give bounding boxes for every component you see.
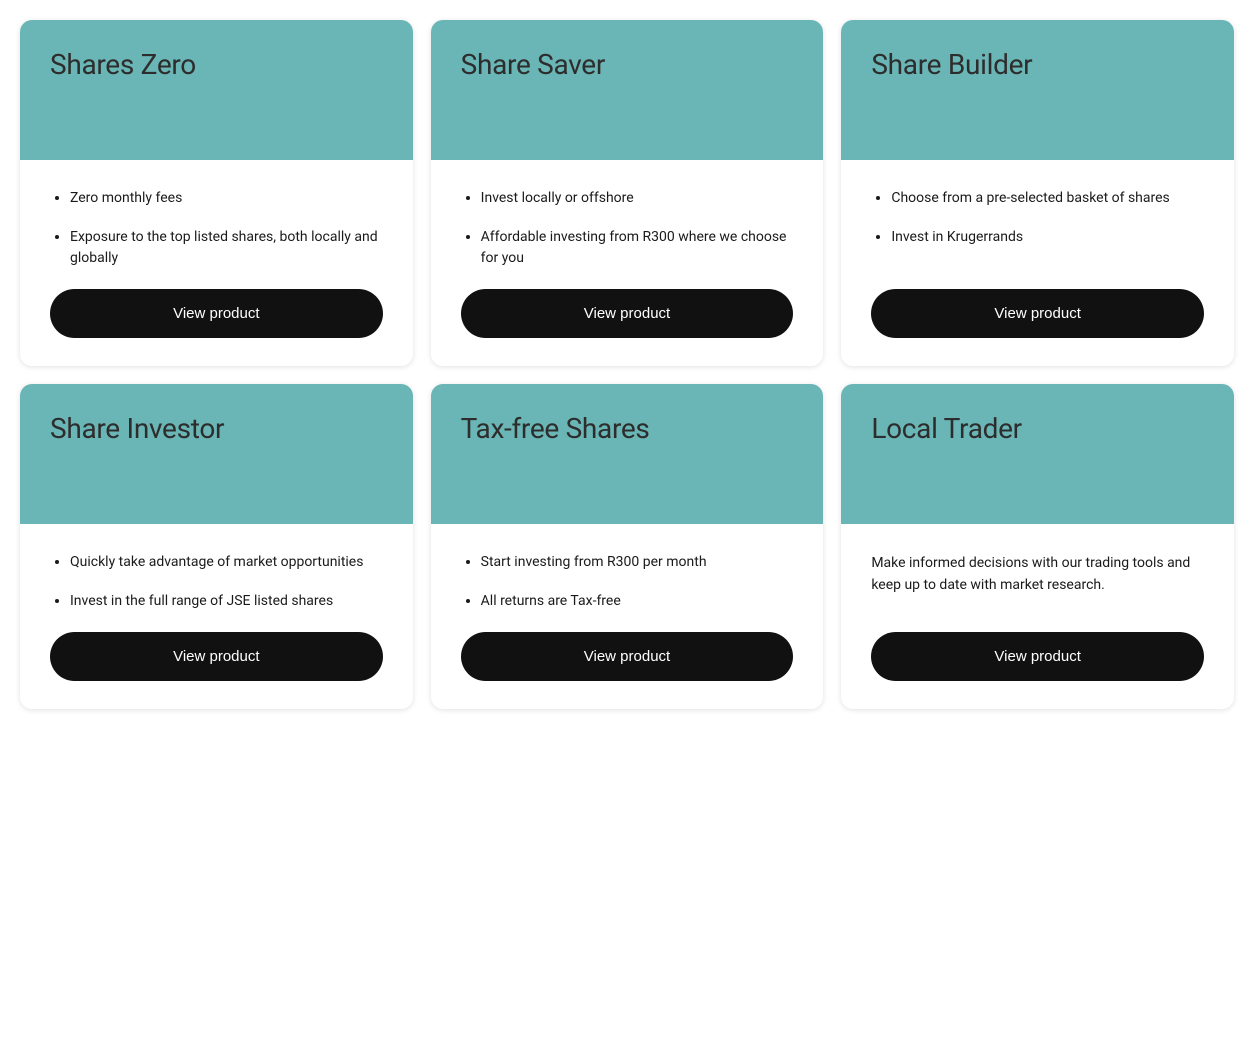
card-header-share-investor: Share Investor <box>20 384 413 524</box>
card-tax-free-shares: Tax-free Shares Start investing from R300… <box>431 384 824 709</box>
spacer-share-builder <box>871 268 1204 289</box>
feature-item-tax-free-shares-0: Start investing from R300 per month <box>481 552 794 573</box>
features-list-share-saver: Invest locally or offshore Affordable inv… <box>461 188 794 269</box>
card-body-local-trader: Make informed decisions with our trading… <box>841 524 1234 709</box>
spacer-local-trader <box>871 617 1204 632</box>
card-body-shares-zero: Zero monthly fees Exposure to the top lis… <box>20 160 413 366</box>
card-local-trader: Local Trader Make informed decisions with… <box>841 384 1234 709</box>
card-body-share-builder: Choose from a pre-selected basket of sha… <box>841 160 1234 366</box>
card-title-tax-free-shares: Tax-free Shares <box>461 412 650 445</box>
card-share-saver: Share Saver Invest locally or offshore Aff… <box>431 20 824 366</box>
card-shares-zero: Shares Zero Zero monthly fees Exposure to … <box>20 20 413 366</box>
card-title-share-builder: Share Builder <box>871 48 1032 81</box>
card-header-share-builder: Share Builder <box>841 20 1234 160</box>
card-share-investor: Share Investor Quickly take advantage of … <box>20 384 413 709</box>
card-title-share-saver: Share Saver <box>461 48 605 81</box>
feature-item-share-investor-0: Quickly take advantage of market opportu… <box>70 552 383 573</box>
feature-item-share-saver-1: Affordable investing from R300 where we … <box>481 227 794 269</box>
features-list-share-investor: Quickly take advantage of market opportu… <box>50 552 383 612</box>
product-grid: Shares Zero Zero monthly fees Exposure to … <box>20 20 1234 709</box>
view-product-button-share-builder[interactable]: View product <box>871 289 1204 338</box>
features-list-shares-zero: Zero monthly fees Exposure to the top lis… <box>50 188 383 269</box>
feature-item-tax-free-shares-1: All returns are Tax-free <box>481 591 794 612</box>
view-product-button-shares-zero[interactable]: View product <box>50 289 383 338</box>
card-body-share-investor: Quickly take advantage of market opportu… <box>20 524 413 709</box>
card-header-shares-zero: Shares Zero <box>20 20 413 160</box>
card-header-share-saver: Share Saver <box>431 20 824 160</box>
card-body-tax-free-shares: Start investing from R300 per month All r… <box>431 524 824 709</box>
feature-item-share-builder-0: Choose from a pre-selected basket of sha… <box>891 188 1204 209</box>
view-product-button-tax-free-shares[interactable]: View product <box>461 632 794 681</box>
card-body-share-saver: Invest locally or offshore Affordable inv… <box>431 160 824 366</box>
card-header-local-trader: Local Trader <box>841 384 1234 524</box>
view-product-button-share-investor[interactable]: View product <box>50 632 383 681</box>
view-product-button-share-saver[interactable]: View product <box>461 289 794 338</box>
card-title-share-investor: Share Investor <box>50 412 224 445</box>
features-list-tax-free-shares: Start investing from R300 per month All r… <box>461 552 794 612</box>
feature-item-share-saver-0: Invest locally or offshore <box>481 188 794 209</box>
feature-item-shares-zero-0: Zero monthly fees <box>70 188 383 209</box>
view-product-button-local-trader[interactable]: View product <box>871 632 1204 681</box>
feature-item-share-builder-1: Invest in Krugerrands <box>891 227 1204 248</box>
feature-item-shares-zero-1: Exposure to the top listed shares, both … <box>70 227 383 269</box>
feature-item-share-investor-1: Invest in the full range of JSE listed s… <box>70 591 383 612</box>
card-description-local-trader: Make informed decisions with our trading… <box>871 552 1204 597</box>
card-title-local-trader: Local Trader <box>871 412 1022 445</box>
card-share-builder: Share Builder Choose from a pre-selected … <box>841 20 1234 366</box>
card-header-tax-free-shares: Tax-free Shares <box>431 384 824 524</box>
card-title-shares-zero: Shares Zero <box>50 48 196 81</box>
features-list-share-builder: Choose from a pre-selected basket of sha… <box>871 188 1204 248</box>
